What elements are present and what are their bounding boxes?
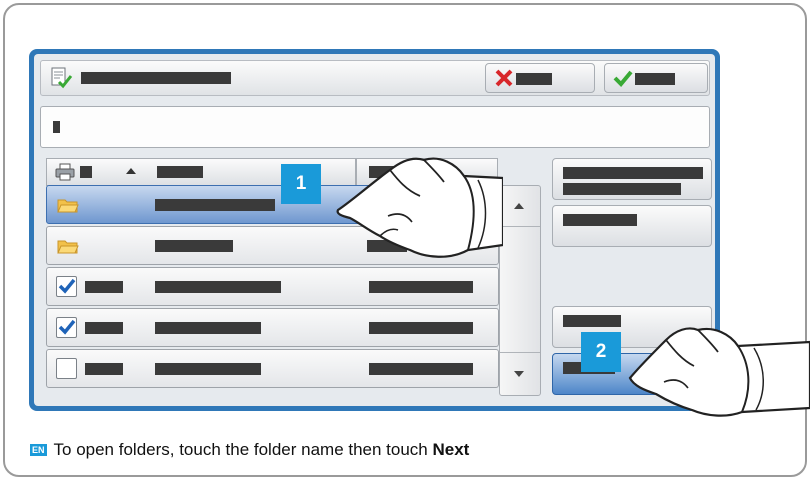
path-placeholder	[53, 121, 60, 133]
folder-name-placeholder	[155, 240, 233, 252]
title-placeholder	[81, 72, 231, 84]
pointing-hand-2	[628, 327, 810, 417]
side-button-1-line1	[563, 167, 703, 179]
checkbox-icon	[57, 359, 76, 378]
pointing-hand-1	[336, 157, 503, 258]
sort-up-icon[interactable]	[125, 167, 137, 175]
instruction-caption: EN To open folders, touch the folder name…	[30, 440, 469, 460]
side-button-3-label	[563, 315, 621, 327]
side-button-2[interactable]	[552, 205, 712, 247]
list-item-file-3[interactable]	[46, 349, 499, 388]
side-button-2-label	[563, 214, 637, 226]
document-check-icon	[51, 67, 73, 89]
file-name-placeholder	[155, 281, 281, 293]
file-type-placeholder	[85, 363, 123, 375]
scroll-divider	[500, 352, 540, 353]
cancel-x-icon	[495, 69, 513, 87]
list-item-file-1[interactable]	[46, 267, 499, 306]
confirm-label-placeholder	[635, 73, 675, 85]
column-name-placeholder	[157, 166, 203, 178]
checkbox-checked[interactable]	[56, 276, 77, 297]
file-date-placeholder	[369, 322, 473, 334]
cancel-label-placeholder	[516, 73, 552, 85]
side-button-1-line2	[563, 183, 681, 195]
scroll-divider	[500, 226, 540, 227]
language-badge: EN	[30, 444, 47, 456]
side-button-1[interactable]	[552, 158, 712, 200]
file-date-placeholder	[369, 281, 473, 293]
file-name-placeholder	[155, 322, 261, 334]
confirm-button[interactable]	[604, 63, 708, 93]
caption-bold: Next	[432, 440, 470, 459]
file-type-placeholder	[85, 281, 123, 293]
folder-icon	[57, 199, 79, 213]
checkbox-checked[interactable]	[56, 317, 77, 338]
cancel-button[interactable]	[485, 63, 595, 93]
file-name-placeholder	[155, 363, 261, 375]
file-type-placeholder	[85, 322, 123, 334]
sort-field-placeholder	[80, 166, 92, 178]
folder-name-placeholder	[155, 199, 275, 211]
folder-icon	[57, 240, 79, 254]
scroll-down-icon[interactable]	[513, 370, 525, 378]
confirm-check-icon	[613, 70, 633, 87]
caption-text: To open folders, touch the folder name t…	[53, 440, 433, 459]
checkbox-icon	[58, 278, 76, 294]
step-2-badge: 2	[581, 332, 621, 372]
title-bar	[40, 60, 710, 96]
scroll-up-icon[interactable]	[513, 202, 525, 210]
list-item-file-2[interactable]	[46, 308, 499, 347]
file-date-placeholder	[369, 363, 473, 375]
checkbox-icon	[58, 319, 76, 335]
printer-icon	[55, 163, 75, 181]
checkbox-unchecked[interactable]	[56, 358, 77, 379]
path-field[interactable]	[40, 106, 710, 148]
scrollbar[interactable]	[499, 185, 541, 396]
step-1-badge: 1	[281, 164, 321, 204]
